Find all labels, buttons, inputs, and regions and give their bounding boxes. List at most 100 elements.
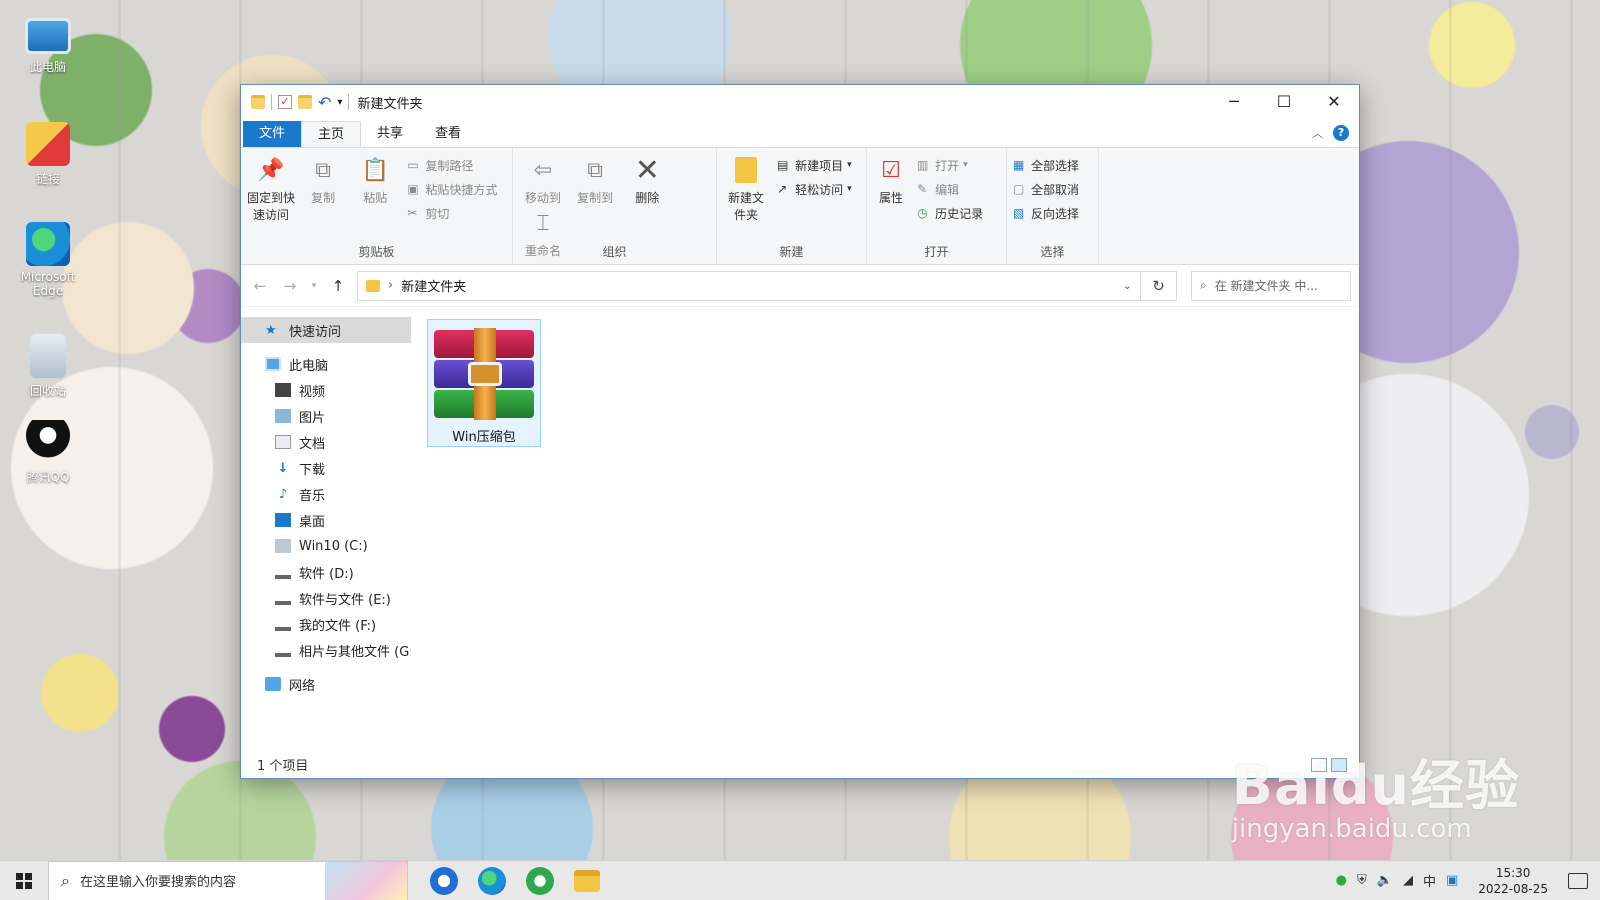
wechat-icon[interactable]: ● [1336,873,1347,888]
nav-item-label: 文档 [299,436,326,452]
sogou-browser-icon[interactable] [430,866,458,895]
nav-item-pictures[interactable]: 图片 [241,403,411,429]
new-group-label: 新建 [779,245,804,259]
organize-group: ⇦ 移动到 ⧉ 复制到 ✕ 删除 ⌶ 重命名 组织 [513,148,717,264]
search-icon: ⌕ [1200,278,1207,292]
cut-button[interactable]: ✂ 剪切 [407,204,497,222]
desktop-icon-recycle-bin[interactable]: 回收站 [14,334,82,399]
copy-path-icon: ▭ [407,158,419,172]
recent-locations-icon[interactable]: ▾ [309,281,319,291]
clock-date: 2022-08-25 [1478,881,1548,896]
copy-button[interactable]: ⧉ 复制 [299,154,347,207]
breadcrumb-current[interactable]: 新建文件夹 [401,276,466,295]
edit-button[interactable]: ✎ 编辑 [917,180,983,198]
move-to-label: 移动到 [524,191,561,205]
copy-to-button[interactable]: ⧉ 复制到 [571,154,619,207]
tab-file[interactable]: 文件 [243,121,302,147]
properties-button[interactable]: ☑ 属性 [873,154,909,207]
select-all-label: 全部选择 [1031,158,1080,173]
nav-item-quick-access[interactable]: ★ 快速访问 [241,317,411,343]
up-arrow-icon[interactable]: ↑ [327,277,349,295]
dropdown-arrow-icon: ▾ [963,160,968,170]
tab-home[interactable]: 主页 [301,121,362,147]
browser-e-icon[interactable] [526,866,554,895]
pin-icon: 📌 [257,157,285,183]
copy-path-button[interactable]: ▭ 复制路径 [407,156,497,174]
title-bar[interactable]: ✓ ↶ ▾ 新建文件夹 ─ ☐ ✕ [241,85,1359,119]
nav-item-drive-d[interactable]: 软件 (D:) [241,559,411,585]
open-button[interactable]: ▥ 打开 ▾ [917,156,983,174]
drive-icon [275,643,291,657]
watermark: Baidu经验 jingyan.baidu.com [1232,741,1520,844]
system-drive-icon [275,539,291,553]
paste-shortcut-button[interactable]: ▣ 粘贴快捷方式 [407,180,497,198]
select-all-button[interactable]: ▦ 全部选择 [1013,156,1079,174]
nav-item-downloads[interactable]: ↓ 下载 [241,455,411,481]
winrar-archive-icon [434,328,534,420]
back-arrow-icon[interactable]: ← [249,277,271,295]
forward-arrow-icon[interactable]: → [279,277,301,295]
invert-selection-button[interactable]: ▧ 反向选择 [1013,204,1079,222]
nav-item-drive-e[interactable]: 软件与文件 (E:) [241,585,411,611]
new-folder-button[interactable]: 新建文件夹 [723,154,769,224]
address-bar[interactable]: › 新建文件夹 ⌄ [357,270,1141,301]
nav-item-videos[interactable]: 视频 [241,377,411,403]
volume-icon[interactable]: 🔈 [1377,873,1393,888]
new-folder-icon[interactable] [298,95,312,109]
new-item-button[interactable]: ▤ 新建项目 ▾ [777,156,852,174]
refresh-button[interactable]: ↻ [1141,270,1177,301]
collapse-ribbon-icon[interactable]: ︿ [1312,125,1323,141]
taskbar-search-placeholder: 在这里输入你要搜索的内容 [79,875,236,890]
undo-icon[interactable]: ↶ [318,93,331,112]
tab-share[interactable]: 共享 [361,121,419,147]
minimize-button[interactable]: ─ [1209,85,1259,117]
start-button[interactable] [0,861,48,900]
input-method-icon[interactable]: 中 [1423,871,1436,890]
chevron-down-icon[interactable]: ⌄ [1123,279,1132,292]
desktop-icon-link[interactable]: 链接 [14,122,82,187]
desktop-icon-this-pc[interactable]: 此电脑 [14,18,82,75]
new-group: 新建文件夹 ▤ 新建项目 ▾ ↗ 轻松访问 ▾ 新建 [717,148,867,264]
taskbar-search-input[interactable]: ⌕ 在这里输入你要搜索的内容 [48,860,408,900]
nav-item-drive-g[interactable]: 相片与其他文件 (G: [241,637,411,663]
search-input[interactable]: ⌕ 在 新建文件夹 中... [1191,270,1351,301]
edge-icon[interactable] [478,866,506,895]
open-group-label: 打开 [924,245,949,259]
nav-item-music[interactable]: ♪ 音乐 [241,481,411,507]
desktop-icon-edge[interactable]: Microsoft Edge [14,222,82,298]
ribbon: 📌 固定到快速访问 ⧉ 复制 📋 粘贴 ▭ 复制路径 ▣ 粘贴快捷方式 ✂ 剪切 剪贴… [241,147,1359,265]
select-none-label: 全部取消 [1031,182,1080,197]
file-item[interactable]: Win压缩包 [427,319,541,447]
file-explorer-icon[interactable] [574,869,600,892]
tab-view[interactable]: 查看 [419,121,477,147]
network-wifi-icon[interactable]: ◢ [1403,873,1413,888]
desktop-icon-label: 链接 [35,172,60,186]
nav-item-drive-f[interactable]: 我的文件 (F:) [241,611,411,637]
close-button[interactable]: ✕ [1309,85,1359,117]
select-none-button[interactable]: ▢ 全部取消 [1013,180,1079,198]
move-to-button[interactable]: ⇦ 移动到 [519,154,567,207]
properties-checkmark-icon[interactable]: ✓ [278,95,292,109]
qq-tray-icon[interactable]: ▣ [1446,873,1458,888]
pin-quick-access-button[interactable]: 📌 固定到快速访问 [247,154,295,224]
nav-item-this-pc[interactable]: 此电脑 [241,351,411,377]
nav-item-desktop[interactable]: 桌面 [241,507,411,533]
customize-dropdown-icon[interactable]: ▾ [337,97,342,108]
qq-icon [26,420,70,464]
security-shield-icon[interactable]: ⛨ [1357,873,1367,888]
nav-item-drive-c[interactable]: Win10 (C:) [241,533,411,559]
clock[interactable]: 15:30 2022-08-25 [1478,865,1548,897]
desktop-icon-qq[interactable]: 腾讯QQ [14,420,82,485]
divider [348,94,350,110]
help-icon[interactable]: ? [1333,125,1349,141]
paste-button[interactable]: 📋 粘贴 [351,154,399,207]
nav-item-documents[interactable]: 文档 [241,429,411,455]
easy-access-button[interactable]: ↗ 轻松访问 ▾ [777,180,852,198]
nav-item-network[interactable]: 网络 [241,671,411,697]
delete-button[interactable]: ✕ 删除 [623,154,671,207]
nav-item-label: 快速访问 [289,324,342,340]
easy-access-icon: ↗ [777,182,788,196]
maximize-button[interactable]: ☐ [1259,85,1309,117]
notification-center-icon[interactable] [1568,872,1588,889]
history-button[interactable]: ◷ 历史记录 [917,204,983,222]
